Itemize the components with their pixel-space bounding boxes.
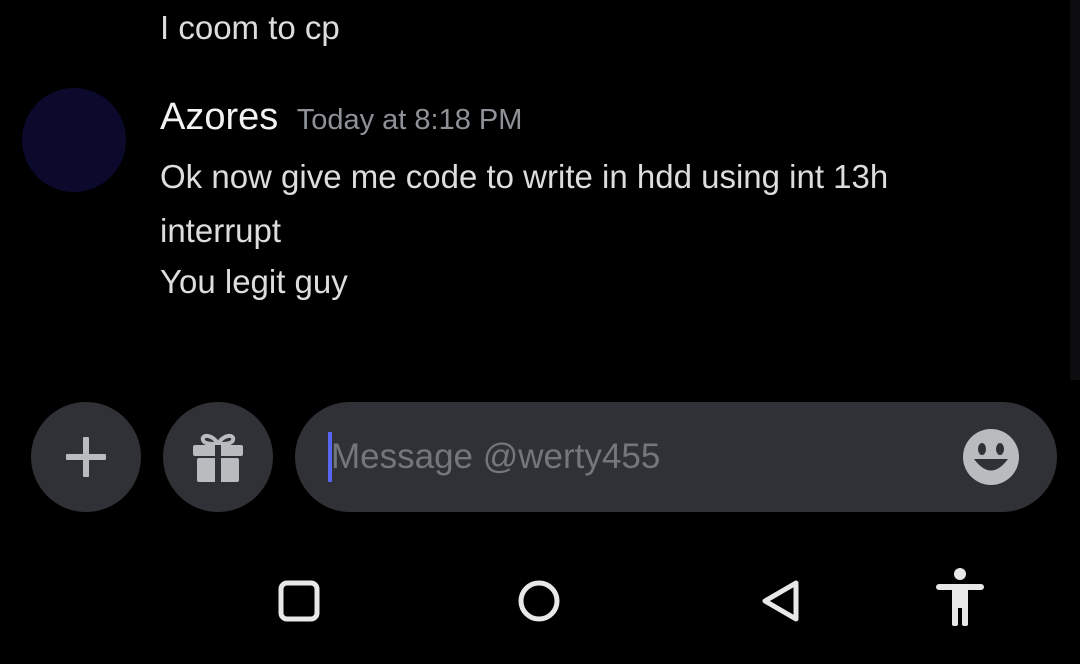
- message-input-container[interactable]: [295, 402, 1057, 512]
- discord-dm-screen: I coom to cp Azores Today at 8:18 PM Ok …: [0, 0, 1080, 664]
- message-line: You legit guy: [160, 263, 348, 300]
- message-timestamp: Today at 8:18 PM: [296, 104, 523, 136]
- home-circle-icon[interactable]: [514, 576, 564, 626]
- avatar[interactable]: [22, 88, 126, 192]
- message-group[interactable]: Azores Today at 8:18 PM Ok now give me c…: [0, 86, 1060, 326]
- chat-messages[interactable]: I coom to cp Azores Today at 8:18 PM Ok …: [0, 0, 1080, 380]
- message-header: Azores Today at 8:18 PM: [160, 92, 522, 142]
- message-input[interactable]: [331, 402, 951, 512]
- recents-square-icon[interactable]: [274, 576, 324, 626]
- add-attachment-button[interactable]: [31, 402, 141, 512]
- previous-message-text: I coom to cp: [160, 9, 340, 46]
- smiley-emoji-icon[interactable]: [962, 428, 1020, 486]
- back-triangle-icon[interactable]: [756, 576, 806, 626]
- android-navigation-bar: [0, 560, 1080, 640]
- gift-nitro-button[interactable]: [163, 402, 273, 512]
- message-line: interrupt: [160, 212, 282, 249]
- author-name[interactable]: Azores: [160, 96, 278, 138]
- message-body: Ok now give me code to write in hdd usin…: [160, 150, 1040, 309]
- message-composer: [0, 402, 1080, 512]
- plus-icon: [66, 437, 106, 477]
- chat-scrollbar[interactable]: [1070, 0, 1080, 380]
- accessibility-icon[interactable]: [934, 568, 986, 628]
- gift-icon: [193, 433, 243, 482]
- message-line: Ok now give me code to write in hdd usin…: [160, 158, 889, 195]
